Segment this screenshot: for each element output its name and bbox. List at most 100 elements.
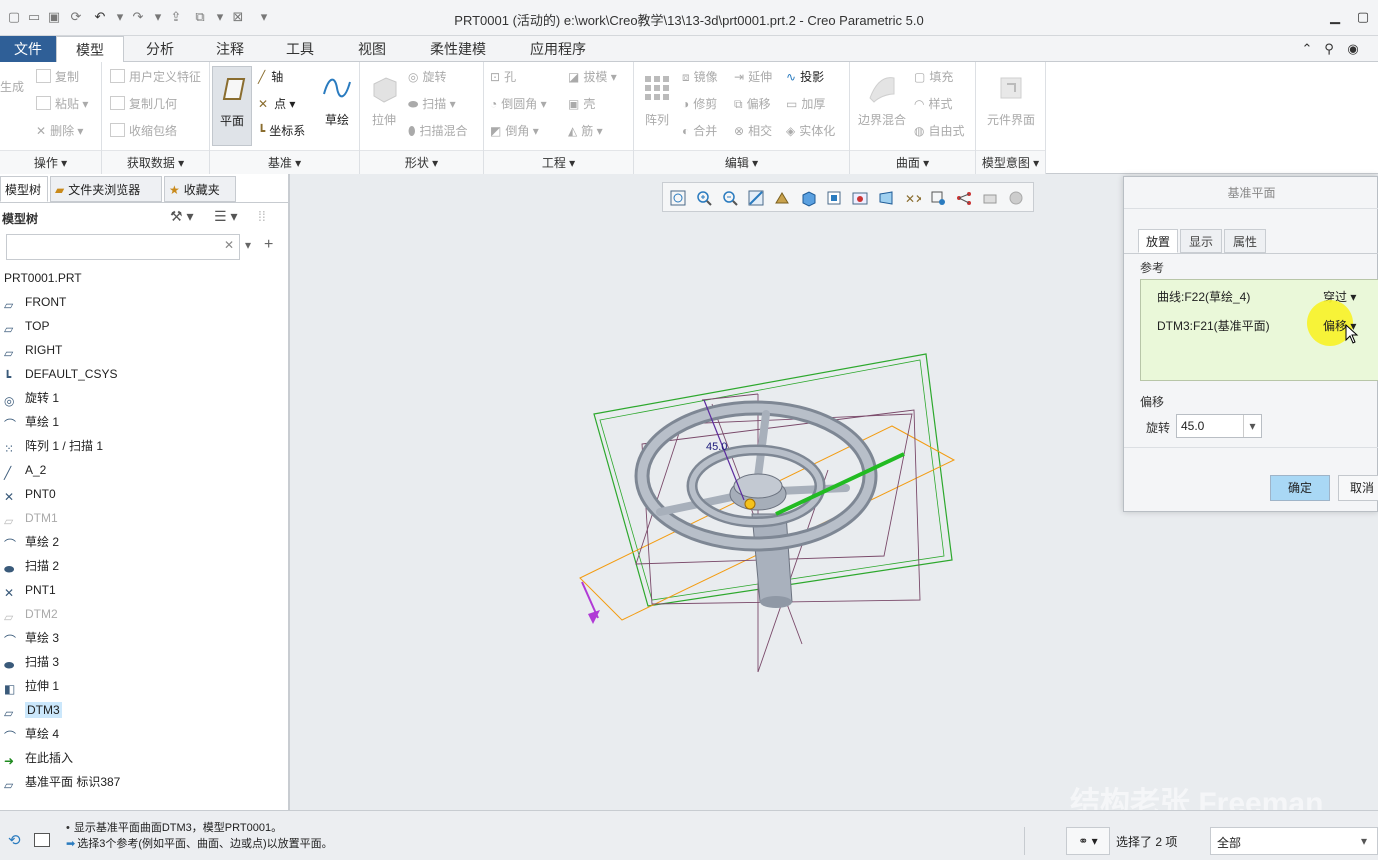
project-button[interactable]: ∿ 投影 bbox=[786, 68, 824, 86]
tree-item[interactable]: ▱ TOP bbox=[4, 316, 49, 336]
boundary-blend-button[interactable]: 边界混合 bbox=[854, 66, 910, 146]
revolve-button[interactable]: ◎ 旋转 bbox=[408, 68, 447, 86]
tree-item[interactable]: ▱ FRONT bbox=[4, 292, 66, 312]
tree-item[interactable]: ▱ DTM2 bbox=[4, 604, 58, 624]
shrinkwrap-button[interactable]: 收缩包络 bbox=[110, 122, 177, 140]
tab-model-tree[interactable]: 模型树 bbox=[0, 176, 48, 202]
pattern-button[interactable]: 阵列 bbox=[638, 66, 676, 146]
extrude-button[interactable]: 拉伸 bbox=[364, 66, 404, 146]
sweep-button[interactable]: ⬬ 扫描 ▾ bbox=[408, 95, 456, 113]
minimize-icon[interactable]: ▁ bbox=[1326, 8, 1344, 26]
axis-button[interactable]: ╱ 轴 bbox=[258, 68, 283, 86]
sketch-button[interactable]: 草绘 bbox=[318, 66, 356, 146]
group-footer-engineering[interactable]: 工程 ▾ bbox=[484, 150, 633, 174]
tab-display[interactable]: 显示 bbox=[1180, 229, 1222, 253]
spin-center-icon[interactable] bbox=[955, 189, 973, 207]
rotate-value-input[interactable]: 45.0 ▾ bbox=[1176, 414, 1262, 438]
tree-item[interactable]: ⌒ 草绘 3 bbox=[4, 628, 59, 648]
selection-filter-select[interactable]: 全部 ▾ bbox=[1210, 827, 1378, 855]
annotation-display-icon[interactable] bbox=[929, 189, 947, 207]
group-footer-surfaces[interactable]: 曲面 ▾ bbox=[850, 150, 975, 174]
tab-annotate[interactable]: 注释 bbox=[196, 36, 264, 62]
tree-item[interactable]: ✕ PNT0 bbox=[4, 484, 56, 504]
tree-item[interactable]: ✕ PNT1 bbox=[4, 580, 56, 600]
copy-button[interactable]: 复制 bbox=[36, 68, 79, 86]
tree-item[interactable]: ➜ 在此插入 bbox=[4, 748, 73, 768]
style-button[interactable]: ◠ 样式 bbox=[914, 95, 953, 113]
copy-geometry-button[interactable]: 复制几何 bbox=[110, 95, 177, 113]
refit-icon[interactable] bbox=[669, 189, 687, 207]
group-footer-shapes[interactable]: 形状 ▾ bbox=[360, 150, 483, 174]
ok-button[interactable]: 确定 bbox=[1270, 475, 1330, 501]
display-style-icon[interactable] bbox=[799, 189, 817, 207]
tab-folder-browser[interactable]: ▰ 文件夹浏览器 bbox=[50, 176, 162, 202]
freestyle-button[interactable]: ◍ 自由式 bbox=[914, 122, 965, 140]
graphics-window-icon[interactable] bbox=[34, 833, 50, 847]
tab-favorites[interactable]: ★ 收藏夹 bbox=[164, 176, 236, 202]
mirror-button[interactable]: ⧈ 镜像 bbox=[682, 68, 718, 86]
maximize-icon[interactable]: ▢ bbox=[1354, 8, 1372, 26]
smart-select-icon[interactable]: ⟲ bbox=[8, 831, 26, 849]
zoom-in-icon[interactable] bbox=[695, 189, 713, 207]
paste-button[interactable]: 粘贴 ▾ bbox=[36, 95, 88, 113]
tab-view[interactable]: 视图 bbox=[336, 36, 408, 62]
swept-blend-button[interactable]: ⬮ 扫描混合 bbox=[408, 122, 468, 140]
trim-button[interactable]: ◑ 修剪 bbox=[682, 95, 717, 113]
tree-item[interactable]: ⌒ 草绘 2 bbox=[4, 532, 59, 552]
group-footer-datum[interactable]: 基准 ▾ bbox=[210, 150, 359, 174]
view-manager-icon[interactable] bbox=[851, 189, 869, 207]
tab-placement[interactable]: 放置 bbox=[1138, 229, 1178, 253]
add-filter-icon[interactable]: + bbox=[264, 236, 273, 254]
group-footer-editing[interactable]: 编辑 ▾ bbox=[634, 150, 849, 174]
help-icon[interactable]: ◉ bbox=[1344, 40, 1362, 58]
chamfer-button[interactable]: ◩ 倒角 ▾ bbox=[490, 122, 539, 140]
tree-item[interactable]: ▱ 基准平面 标识387 bbox=[4, 772, 120, 792]
tree-filter-icon[interactable]: ⁞⁞ bbox=[258, 208, 266, 224]
merge-button[interactable]: ◐ 合并 bbox=[682, 122, 717, 140]
perspective-icon[interactable] bbox=[877, 189, 895, 207]
tree-columns-icon[interactable]: ☰ ▾ bbox=[214, 208, 237, 225]
tree-item[interactable]: ⁙ 阵列 1 / 扫描 1 bbox=[4, 436, 103, 456]
cancel-button[interactable]: 取消 bbox=[1338, 475, 1378, 501]
reorient-icon[interactable] bbox=[773, 189, 791, 207]
tab-applications[interactable]: 应用程序 bbox=[508, 36, 608, 62]
component-interface-button[interactable]: 元件界面 bbox=[980, 66, 1042, 146]
references-list[interactable]: 曲线:F22(草绘_4) 穿过 ▾ DTM3:F21(基准平面) 偏移 ▾ bbox=[1140, 279, 1378, 381]
tab-model[interactable]: 模型 bbox=[56, 36, 124, 63]
tree-item[interactable]: ⌒ 草绘 4 bbox=[4, 724, 59, 744]
extend-button[interactable]: ⇥ 延伸 bbox=[734, 68, 772, 86]
tree-item[interactable]: ◧ 拉伸 1 bbox=[4, 676, 59, 696]
sketch-view-icon[interactable] bbox=[981, 189, 999, 207]
tree-item[interactable]: ⬬ 扫描 2 bbox=[4, 556, 59, 576]
shell-button[interactable]: ▣ 壳 bbox=[568, 95, 595, 113]
search-dropdown-icon[interactable]: ▾ bbox=[245, 238, 251, 252]
draft-button[interactable]: ◪ 拔模 ▾ bbox=[568, 68, 617, 86]
tree-item[interactable]: PRT0001.PRT bbox=[4, 268, 82, 288]
udf-button[interactable]: 用户定义特征 bbox=[110, 68, 201, 86]
regenerate-button[interactable]: 生成 bbox=[0, 78, 24, 96]
tree-item[interactable]: ⬬ 扫描 3 bbox=[4, 652, 59, 672]
clear-search-icon[interactable]: ✕ bbox=[224, 238, 234, 252]
tab-file[interactable]: 文件 bbox=[0, 36, 56, 62]
tree-item[interactable]: ▱ DTM1 bbox=[4, 508, 58, 528]
rib-button[interactable]: ◭ 筋 ▾ bbox=[568, 122, 603, 140]
csys-button[interactable]: ┗ 坐标系 bbox=[258, 122, 305, 140]
plane-button[interactable]: 平面 bbox=[212, 66, 252, 146]
tree-item[interactable]: ╱ A_2 bbox=[4, 460, 46, 480]
filter-dropdown-icon[interactable]: ▾ bbox=[1361, 834, 1367, 848]
zoom-out-icon[interactable] bbox=[721, 189, 739, 207]
render-icon[interactable] bbox=[1007, 189, 1025, 207]
thicken-button[interactable]: ▭ 加厚 bbox=[786, 95, 825, 113]
saved-orientations-icon[interactable] bbox=[825, 189, 843, 207]
rotate-dropdown-icon[interactable]: ▾ bbox=[1243, 415, 1261, 437]
group-footer-operations[interactable]: 操作 ▾ bbox=[0, 150, 101, 174]
tab-flexible-modeling[interactable]: 柔性建模 bbox=[412, 36, 504, 62]
tree-item[interactable]: ▱ DTM3 bbox=[4, 700, 62, 720]
solidify-button[interactable]: ◈ 实体化 bbox=[786, 122, 835, 140]
tree-item[interactable]: ⌒ 草绘 1 bbox=[4, 412, 59, 432]
delete-button[interactable]: ✕ 删除 ▾ bbox=[36, 122, 83, 140]
tab-properties[interactable]: 属性 bbox=[1224, 229, 1266, 253]
group-footer-model-intent[interactable]: 模型意图 ▾ bbox=[976, 150, 1045, 174]
tree-settings-icon[interactable]: ⚒ ▾ bbox=[170, 208, 193, 225]
tree-search-input[interactable] bbox=[6, 234, 240, 260]
